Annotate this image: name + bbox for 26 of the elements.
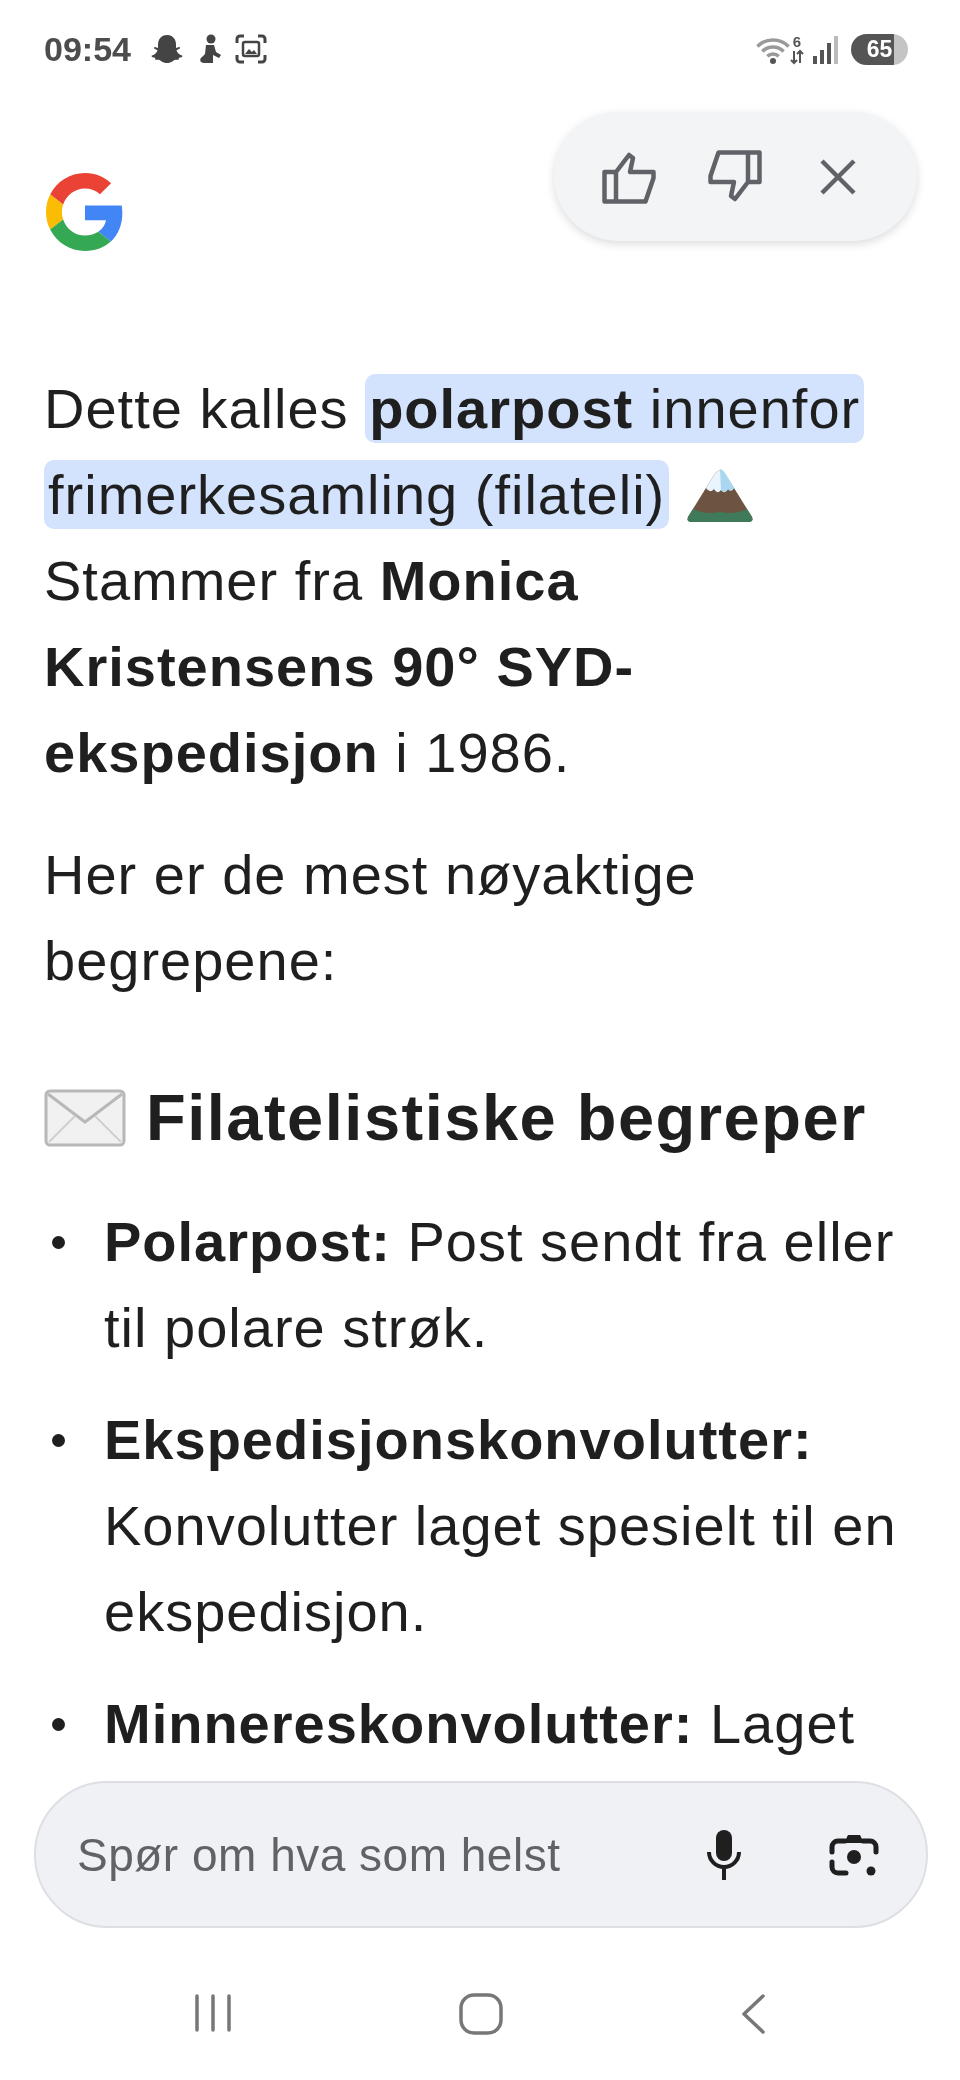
data-arrows-icon <box>790 48 804 65</box>
list-item-text: Minnereskonvolutter: Laget <box>104 1691 857 1757</box>
prompt-field[interactable]: Spør om hva som helst <box>34 1781 928 1928</box>
mic-icon[interactable] <box>705 1829 743 1880</box>
list-item-text: Polarpost: Post sendt fra eller til polare strøk. <box>104 1209 896 1361</box>
signal-icon <box>812 34 839 64</box>
recents-icon[interactable] <box>193 1993 233 2033</box>
network-type-label: 6 <box>792 33 802 49</box>
bullet-icon <box>52 1434 65 1447</box>
envelope-icon <box>44 1089 126 1147</box>
image-frame-icon <box>234 34 267 64</box>
ghost-icon <box>149 33 184 65</box>
close-icon <box>820 158 856 195</box>
status-time: 09:54 <box>44 29 131 69</box>
home-icon[interactable] <box>459 1993 503 2035</box>
list-item-text: Ekspedisjonskonvolutter: Konvolutter laget spesielt til en ekspedisjon. <box>104 1407 898 1645</box>
bullet-icon <box>52 1236 65 1249</box>
prompt-input[interactable]: Spør om hva som helst <box>77 1824 665 1885</box>
bullet-icon <box>52 1718 65 1731</box>
answer-text: Her er de mest nøyaktige begrepene: <box>44 842 698 994</box>
back-icon[interactable] <box>739 1993 767 2035</box>
battery-indicator: 65 <box>851 33 908 65</box>
section-heading: Filatelistiske begreper <box>146 1080 867 1156</box>
g-logo-icon <box>46 173 124 251</box>
answer-text: Dette kalles polarpost innenfor <box>44 366 865 452</box>
answer-text: Stammer fra Monica Kristensens 90° SYD-ekspedisjon i 1986. <box>44 548 636 786</box>
